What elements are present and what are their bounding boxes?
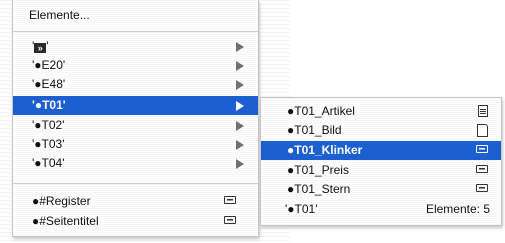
submenu-item-preis[interactable]: ●T01_Preis: [261, 161, 501, 180]
menu-item-label: '●T01': [32, 98, 66, 112]
submenu-footer: '●T01' Elemente: 5: [261, 200, 501, 219]
menu-item-t03[interactable]: '●T03': [13, 135, 258, 154]
submenu-arrow-icon: [236, 101, 244, 111]
menu-item-label: '» ': [32, 39, 49, 53]
submenu-item-stern[interactable]: ●T01_Stern: [261, 180, 501, 199]
submenu-arrow-icon: [236, 140, 244, 150]
submenu-arrow-icon: [236, 80, 244, 90]
element-symbol-icon: »: [34, 43, 47, 53]
menu-item-label: ●T01_Klinker: [287, 143, 363, 157]
menu-item-label: ●T01_Preis: [287, 163, 349, 177]
menu-item-elemente[interactable]: Elemente...: [13, 6, 258, 25]
menu-item-label: '●E20': [32, 58, 66, 72]
submenu-arrow-icon: [236, 61, 244, 71]
field-icon: [476, 145, 488, 153]
field-icon: [476, 184, 488, 192]
field-icon: [224, 216, 236, 224]
menu-item-e20[interactable]: '●E20': [13, 56, 258, 75]
elements-menu: Elemente... '» ' '●E20' '●E48' '●T01' '●T…: [12, 0, 259, 237]
submenu-arrow-icon: [236, 159, 244, 169]
menu-item-label: Elemente...: [29, 8, 90, 22]
menu-separator: [13, 183, 258, 184]
menu-item-t02[interactable]: '●T02': [13, 116, 258, 135]
field-icon: [224, 196, 236, 204]
menu-item-label: '●T03': [32, 137, 65, 151]
menu-item-special[interactable]: '» ': [13, 37, 258, 56]
submenu-arrow-icon: [236, 42, 244, 52]
submenu-item-artikel[interactable]: ●T01_Artikel: [261, 102, 501, 121]
menu-item-label: ●T01_Artikel: [287, 104, 355, 118]
submenu-arrow-icon: [236, 121, 244, 131]
menu-item-label: ●#Seitentitel: [32, 214, 99, 228]
menu-item-label: '●E48': [32, 77, 66, 91]
text-icon: [478, 105, 488, 117]
menu-item-label: ●T01_Bild: [287, 123, 342, 137]
menu-item-label: ●#Register: [32, 194, 91, 208]
menu-item-register[interactable]: ●#Register: [13, 192, 258, 211]
menu-item-t01[interactable]: '●T01': [13, 96, 258, 115]
submenu-item-bild[interactable]: ●T01_Bild: [261, 121, 501, 140]
t01-submenu: ●T01_Artikel ●T01_Bild ●T01_Klinker ●T01…: [260, 97, 502, 226]
menu-item-label: '●T02': [32, 118, 65, 132]
menu-item-label: ●T01_Stern: [287, 182, 351, 196]
element-count: Elemente: 5: [425, 202, 490, 216]
page-icon: [477, 124, 488, 137]
submenu-item-klinker[interactable]: ●T01_Klinker: [261, 141, 501, 160]
menu-item-e48[interactable]: '●E48': [13, 75, 258, 94]
menu-separator: [13, 31, 258, 32]
group-name: '●T01': [285, 202, 318, 216]
menu-item-seitentitel[interactable]: ●#Seitentitel: [13, 212, 258, 231]
field-icon: [476, 165, 488, 173]
menu-item-t04[interactable]: '●T04': [13, 154, 258, 173]
menu-item-label: '●T04': [32, 156, 65, 170]
